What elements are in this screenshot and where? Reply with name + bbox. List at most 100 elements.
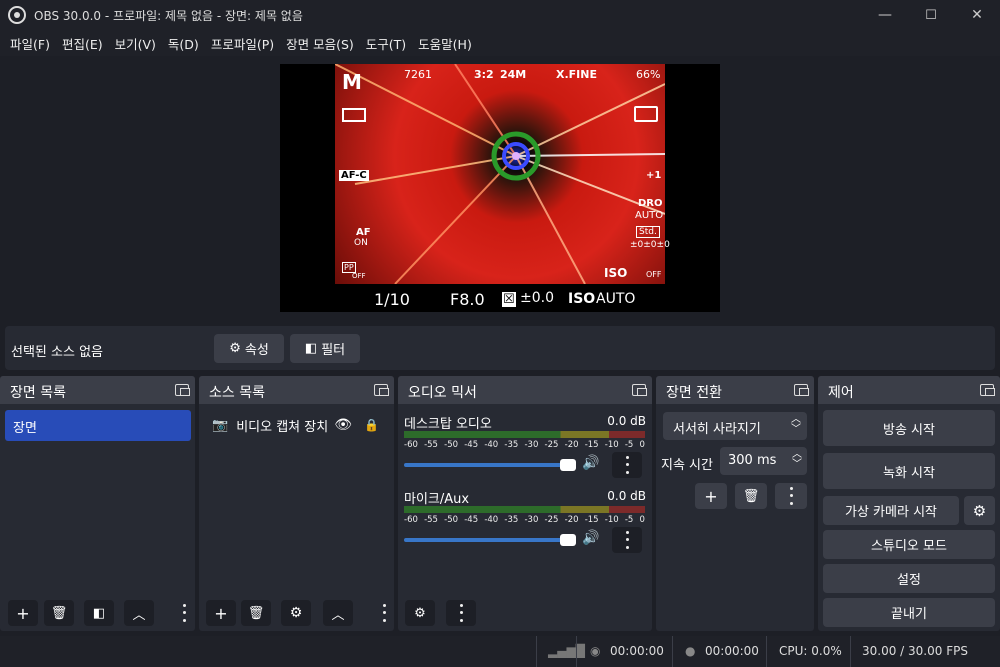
gear-icon: ⚙: [229, 341, 241, 356]
speaker-icon[interactable]: 🔊: [582, 530, 599, 546]
tick-label: -15: [584, 440, 599, 450]
channel-desktop-audio-db: 0.0 dB: [607, 414, 646, 428]
osd-steady-off: OFF: [646, 270, 662, 279]
metering-icon: [634, 106, 658, 122]
tick-label: 0: [639, 515, 645, 525]
mic-menu-button[interactable]: [612, 527, 642, 553]
speaker-icon[interactable]: 🔊: [582, 455, 599, 471]
source-item[interactable]: 📷 비디오 캡쳐 장치 👁 🔒: [204, 412, 389, 438]
tick-label: -25: [544, 440, 559, 450]
menu-file[interactable]: 파일(F): [4, 34, 56, 53]
settings-button[interactable]: 설정: [823, 564, 995, 593]
undock-icon[interactable]: [980, 384, 995, 396]
lock-icon[interactable]: 🔒: [364, 418, 379, 432]
osd-shutter: 1/10: [374, 290, 410, 309]
osd-pp-off: OFF: [352, 272, 366, 280]
mixer-more-button[interactable]: [446, 600, 476, 626]
add-transition-button[interactable]: +: [695, 483, 727, 509]
record-status-icon: ●: [685, 644, 696, 658]
audio-mixer-dock: 오디오 믹서 데스크탑 오디오 0.0 dB -60 -55 -50 -45 -40 -3…: [398, 376, 652, 631]
remove-scene-button[interactable]: 🗑: [44, 600, 74, 626]
minimize-button[interactable]: —: [862, 0, 908, 30]
sources-dock: 소스 목록 📷 비디오 캡쳐 장치 👁 🔒 + 🗑 ⚙ ︿: [199, 376, 394, 631]
osd-iso-label: ISO: [568, 291, 596, 307]
duration-spinbox[interactable]: 300 ms ︿ ﹀: [720, 447, 807, 475]
sources-dock-title: 소스 목록: [209, 385, 265, 401]
filter-icon: ◧: [304, 341, 318, 356]
tick-label: -15: [584, 515, 599, 525]
start-streaming-button[interactable]: 방송 시작: [823, 410, 995, 446]
start-recording-button[interactable]: 녹화 시작: [823, 453, 995, 489]
tick-label: -55: [424, 515, 438, 525]
menu-help[interactable]: 도움말(H): [412, 34, 478, 53]
scene-item[interactable]: 장면: [5, 410, 191, 441]
desktop-audio-menu-button[interactable]: [612, 452, 642, 478]
undock-icon[interactable]: [632, 384, 647, 396]
tick-label: -55: [424, 440, 438, 450]
add-source-button[interactable]: +: [206, 600, 236, 626]
source-item-label: 비디오 캡쳐 장치: [236, 419, 329, 435]
transitions-dock-header: 장면 전환: [656, 376, 814, 404]
virtual-camera-settings-gear-icon[interactable]: ⚙: [964, 496, 995, 525]
move-source-up-button[interactable]: ︿: [323, 600, 353, 626]
record-time: 00:00:00: [705, 644, 759, 658]
undock-icon[interactable]: [794, 384, 809, 396]
exit-button[interactable]: 끝내기: [823, 598, 995, 627]
source-more-icon[interactable]: [380, 602, 388, 624]
menu-view[interactable]: 보기(V): [109, 34, 162, 53]
mic-ticks: -60 -55 -50 -45 -40 -35 -30 -25 -20 -15 -10 -5 0: [404, 515, 645, 525]
move-scene-up-button[interactable]: ︿: [124, 600, 154, 626]
scene-filters-button[interactable]: ◧: [84, 600, 114, 626]
menu-scene-collection[interactable]: 장면 모음(S): [280, 34, 360, 53]
tick-label: -35: [504, 515, 519, 525]
advanced-audio-properties-button[interactable]: ⚙: [405, 600, 435, 626]
preview-area[interactable]: M 7261 3:2 24M X.FINE 66% AF-C +1 DRO AU…: [0, 56, 1000, 322]
sources-dock-header: 소스 목록: [199, 376, 394, 404]
menu-tools[interactable]: 도구(T): [360, 34, 412, 53]
source-properties-button[interactable]: ⚙: [281, 600, 311, 626]
menu-dock[interactable]: 독(D): [162, 34, 205, 53]
osd-aspect: 3:2: [474, 68, 494, 81]
scene-more-icon[interactable]: [180, 602, 188, 624]
tick-label: -60: [404, 515, 418, 525]
transitions-dock-title: 장면 전환: [666, 385, 722, 401]
osd-style-values: ±0±0±0: [630, 240, 670, 250]
remove-transition-button[interactable]: 🗑: [735, 483, 767, 509]
obs-logo-icon: [8, 6, 26, 24]
studio-mode-button[interactable]: 스튜디오 모드: [823, 530, 995, 559]
osd-mode: M: [342, 70, 362, 94]
mic-volume-slider[interactable]: [404, 534, 576, 546]
channel-desktop-audio-name: 데스크탑 오디오: [404, 417, 492, 432]
duration-label: 지속 시간: [661, 458, 713, 473]
desktop-audio-volume-slider[interactable]: [404, 459, 576, 471]
close-button[interactable]: ✕: [954, 0, 1000, 30]
scenes-dock-header: 장면 목록: [0, 376, 195, 404]
menu-edit[interactable]: 편집(E): [56, 34, 109, 53]
mic-meter: [404, 506, 645, 513]
undock-icon[interactable]: [374, 384, 389, 396]
maximize-button[interactable]: ☐: [908, 0, 954, 30]
tick-label: -20: [564, 515, 579, 525]
fps-readout: 30.00 / 30.00 FPS: [862, 644, 968, 658]
osd-ev: ±0.0: [520, 290, 554, 306]
transition-select[interactable]: 서서히 사라지기 ︿ ﹀: [663, 412, 807, 440]
controls-dock-header: 제어: [818, 376, 1000, 404]
visibility-eye-icon[interactable]: 👁: [334, 417, 352, 433]
video-capture-preview: M 7261 3:2 24M X.FINE 66% AF-C +1 DRO AU…: [280, 64, 720, 312]
tick-label: -45: [464, 515, 479, 525]
osd-shots: 7261: [404, 68, 432, 81]
chevron-updown-icon: ︿ ﹀: [792, 449, 802, 470]
transition-properties-button[interactable]: [775, 483, 807, 509]
signal-bars-icon: ▂▄▆█: [548, 644, 585, 658]
remove-source-button[interactable]: 🗑: [241, 600, 271, 626]
start-virtual-camera-button[interactable]: 가상 카메라 시작: [823, 496, 959, 525]
properties-button[interactable]: ⚙ 속성: [214, 334, 284, 363]
ev-icon: ☒: [502, 292, 516, 307]
mixer-dock-header: 오디오 믹서: [398, 376, 652, 404]
filters-button[interactable]: ◧ 필터: [290, 334, 360, 363]
add-scene-button[interactable]: +: [8, 600, 38, 626]
scenes-dock-title: 장면 목록: [10, 385, 66, 401]
undock-icon[interactable]: [175, 384, 190, 396]
tick-label: -20: [564, 440, 579, 450]
menu-profile[interactable]: 프로파일(P): [205, 34, 280, 53]
